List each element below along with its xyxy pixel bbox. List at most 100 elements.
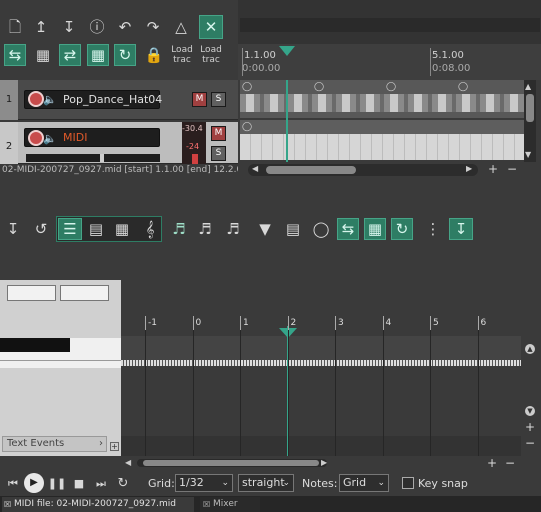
grid-dropdown[interactable]: 1/32 ⌄ (175, 474, 233, 492)
midi-ruler[interactable] (121, 280, 521, 336)
quantize-icon[interactable]: ♬ (222, 218, 244, 240)
mute-button[interactable]: M (211, 126, 226, 141)
scroll-thumb[interactable] (526, 94, 534, 122)
solo-button[interactable]: S (211, 92, 226, 107)
black-key[interactable] (0, 338, 70, 352)
step-input-icon[interactable]: ♬ (194, 218, 216, 240)
ripple-edit-icon[interactable]: ⇆ (4, 44, 26, 66)
midi-item-lane[interactable]: ◯ (240, 120, 524, 160)
scroll-left-icon[interactable]: ◀ (125, 458, 131, 467)
event-list-view-icon[interactable]: ▦ (111, 218, 133, 240)
notation-view-icon[interactable]: 𝄞 (139, 218, 161, 240)
speaker-icon[interactable]: 🔈 (42, 88, 58, 110)
track-row-1[interactable]: 1 Pop_Dance_Hat04 🔈 M S (0, 80, 238, 120)
midi-item-body[interactable] (240, 134, 524, 160)
midi-vscroll[interactable]: ▲ ▼ + − (521, 280, 541, 456)
arrange-view[interactable]: ◯ ◯ ◯ ◯ ◯ (238, 80, 524, 162)
hscroll-thumb[interactable] (143, 460, 319, 466)
keysnap-checkbox[interactable] (402, 477, 414, 489)
close-icon[interactable]: ☒ (203, 497, 210, 512)
vzoom-in-icon[interactable]: + (525, 420, 535, 434)
speaker-icon[interactable]: 🔈 (42, 127, 58, 149)
scroll-left-icon[interactable]: ◀ (252, 164, 258, 173)
filter-icon[interactable]: ▼ (254, 218, 276, 240)
piano-keys[interactable] (0, 338, 121, 368)
note-area-top[interactable] (121, 336, 521, 360)
midi-loop-icon[interactable]: ↻ (391, 218, 413, 240)
timeline-ruler[interactable]: 1.1.00 0:00.00 5.1.00 0:08.00 (238, 44, 541, 80)
repeat-icon[interactable]: ↻ (112, 472, 134, 494)
close-icon[interactable]: ☒ (4, 497, 11, 512)
zoom-in-icon[interactable]: + (486, 162, 500, 176)
piano-roll[interactable]: -1 0 1 2 3 4 5 6 (121, 280, 521, 456)
track-volume-slider[interactable] (26, 154, 160, 162)
undo-history-icon[interactable]: ↺ (30, 218, 52, 240)
scroll-right-icon[interactable]: ▶ (321, 458, 327, 467)
go-to-end-icon[interactable]: ⏭ (90, 472, 112, 494)
dock-down-icon[interactable]: ↧ (449, 218, 473, 240)
load-track-button-1[interactable]: Load trac (168, 45, 196, 65)
info-icon[interactable]: ⓘ (86, 16, 108, 38)
add-lane-icon[interactable]: + (110, 442, 119, 451)
hscroll-thumb[interactable] (266, 166, 356, 174)
search-icon[interactable]: ◯ (310, 218, 332, 240)
save-midi-icon[interactable]: ↧ (2, 218, 24, 240)
item-fx-icon[interactable]: ◯ (312, 80, 326, 94)
ripple-icon[interactable]: ⇆ (337, 218, 359, 240)
scroll-down-icon[interactable]: ▼ (525, 150, 531, 159)
tab-midi-file[interactable]: ☒ MIDI file: 02-MIDI-200727_0927.mid (2, 497, 194, 512)
track-row-2[interactable]: 2 MIDI 🔈 -30.4 -24 M S (0, 122, 238, 164)
item-fx-icon[interactable]: ◯ (240, 120, 254, 134)
arrange-hscroll[interactable]: ◀ ▶ (248, 164, 478, 176)
piano-roll-view-icon[interactable]: ☰ (58, 218, 82, 240)
slider-handle[interactable] (100, 154, 104, 162)
redo-icon[interactable]: ↷ (142, 16, 164, 38)
lock-icon[interactable]: 🔒 (143, 44, 165, 66)
scroll-up-icon[interactable]: ▲ (525, 82, 531, 91)
scroll-up-icon[interactable]: ▲ (525, 344, 535, 354)
midi-hscroll[interactable]: ◀ ▶ + − (121, 456, 521, 470)
grid-icon[interactable]: ▦ (32, 44, 54, 66)
dock-icon[interactable]: ▤ (282, 218, 304, 240)
grid-type-dropdown[interactable]: straight ⌄ (238, 474, 294, 492)
open-project-icon[interactable]: ↥ (30, 16, 52, 38)
cc-lane-selector[interactable]: Text Events › (2, 436, 107, 452)
solo-button[interactable]: S (211, 146, 226, 161)
arrange-vscroll[interactable]: ▲ ▼ (524, 80, 536, 162)
snap-grid-icon[interactable]: ▦ (87, 44, 109, 66)
scroll-down-icon[interactable]: ▼ (525, 406, 535, 416)
new-project-icon[interactable]: 🗋 (4, 16, 26, 38)
chase-note-icon[interactable]: ♬ (168, 218, 190, 240)
loop-icon[interactable]: ↻ (114, 44, 136, 66)
note-area-bottom[interactable] (121, 366, 521, 436)
hzoom-in-icon[interactable]: + (487, 456, 497, 470)
stop-icon[interactable]: ■ (68, 472, 90, 494)
cc-lane[interactable] (121, 436, 521, 456)
save-project-icon[interactable]: ↧ (58, 16, 80, 38)
tab-mixer[interactable]: ☒ Mixer (200, 497, 260, 512)
playhead-marker-icon[interactable] (279, 46, 295, 56)
auto-crossfade-icon[interactable]: ✕ (199, 15, 223, 39)
mute-button[interactable]: M (192, 92, 207, 107)
go-to-start-icon[interactable]: ⏮ (2, 472, 24, 494)
filter-box-2[interactable] (60, 285, 109, 301)
item-fx-icon[interactable]: ◯ (384, 80, 398, 94)
load-track-button-2[interactable]: Load trac (197, 45, 225, 65)
item-fx-icon[interactable]: ◯ (240, 80, 254, 94)
filter-box-1[interactable] (7, 285, 56, 301)
metronome-icon[interactable]: △ (170, 16, 192, 38)
scroll-right-icon[interactable]: ▶ (466, 164, 472, 173)
hzoom-out-icon[interactable]: − (505, 456, 515, 470)
zoom-out-icon[interactable]: − (505, 162, 519, 176)
vzoom-out-icon[interactable]: − (525, 436, 535, 450)
undo-icon[interactable]: ↶ (114, 16, 136, 38)
named-notes-view-icon[interactable]: ▤ (85, 218, 107, 240)
pause-icon[interactable]: ❚❚ (46, 472, 68, 494)
notes-dropdown[interactable]: Grid ⌄ (339, 474, 389, 492)
midi-grid-icon[interactable]: ▦ (364, 218, 386, 240)
hscroll-track[interactable] (137, 459, 327, 467)
audio-item-lane[interactable]: ◯ ◯ ◯ ◯ (240, 80, 524, 118)
play-button[interactable]: ▶ (24, 473, 44, 493)
footprints-icon[interactable]: ⋮ (422, 218, 444, 240)
item-fx-icon[interactable]: ◯ (456, 80, 470, 94)
